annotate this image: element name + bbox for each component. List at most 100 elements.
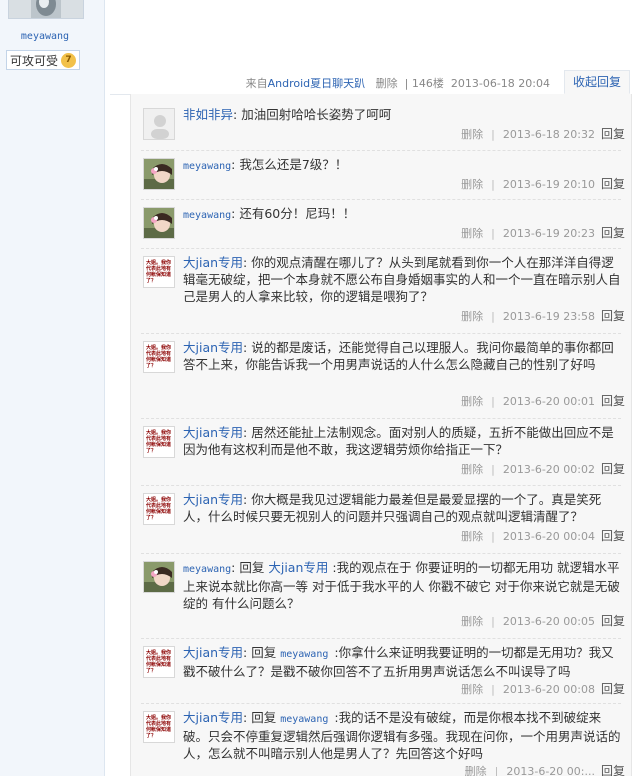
avatar-text: 大姐。我你代表此地有何帐保知道了？: [146, 650, 172, 674]
reply-button[interactable]: 回复: [601, 682, 625, 696]
footer-separator: |: [491, 310, 495, 323]
reply-button[interactable]: 回复: [601, 177, 625, 191]
reply-divider: [141, 553, 621, 554]
post-date: 2013-06-18 20:04: [450, 77, 550, 90]
reply-footer: 删除 | 2013-6-20 00:08 回复: [461, 680, 625, 697]
delete-reply-link[interactable]: 删除: [461, 615, 483, 628]
delete-reply-link[interactable]: 删除: [465, 765, 487, 776]
avatar-text: 大姐。我你代表此地有何帐保知道了？: [146, 345, 172, 369]
reply-body: 大jian专用: 你大概是我见过逻辑能力最差但是最爱显摆的一个了。真是笑死人，什…: [183, 491, 623, 525]
reply-username[interactable]: meyawang: [183, 210, 231, 221]
source-app-link[interactable]: Android: [268, 77, 311, 90]
delete-post-link[interactable]: 删除: [376, 77, 398, 90]
author-avatar[interactable]: [8, 0, 84, 19]
reply-list: 非如非异: 加油回射哈哈长姿势了呵呵 删除 | 2013-6-18 20:32 回复 me…: [130, 94, 632, 776]
post-meta-bar: 来自Android夏日聊天趴 删除 | 146楼 2013-06-18 20:0…: [110, 70, 630, 95]
footer-separator: |: [491, 530, 495, 543]
footer-separator: |: [491, 615, 495, 628]
reply-username[interactable]: 大jian专用: [183, 340, 243, 355]
reply-username[interactable]: 非如非异: [183, 107, 233, 122]
reply-prefix: 回复: [251, 710, 281, 725]
level-icon: 7: [61, 52, 77, 68]
footer-separator: |: [491, 683, 495, 696]
user-avatar-photo[interactable]: [143, 207, 175, 239]
user-avatar-photo[interactable]: [143, 158, 175, 190]
reply-body: 大jian专用: 回复 meyawang :我的话不是没有破绽，而是你根本找不到…: [183, 709, 623, 762]
reply-timestamp: 2013-6-18 20:32: [502, 128, 595, 141]
delete-reply-link[interactable]: 删除: [461, 310, 483, 323]
reply-divider: [141, 248, 621, 249]
delete-reply-link[interactable]: 删除: [461, 395, 483, 408]
reply-username[interactable]: 大jian专用: [183, 710, 243, 725]
reply-divider: [141, 333, 621, 334]
reply-to-username[interactable]: meyawang: [280, 649, 334, 660]
reply-username[interactable]: 大jian专用: [183, 645, 243, 660]
reply-text: 还有60分！尼玛！！: [239, 206, 356, 221]
author-sidebar: meyawang 可攻可受 7: [0, 0, 105, 776]
reply-prefix: 回复: [239, 560, 269, 575]
text-avatar[interactable]: 大姐。我你代表此地有何帐保知道了？: [143, 341, 175, 373]
collapse-replies-button[interactable]: 收起回复: [564, 70, 630, 94]
footer-separator: |: [491, 463, 495, 476]
reply-button[interactable]: 回复: [601, 394, 625, 408]
name-separator: :: [243, 645, 252, 660]
reply-prefix: 回复: [251, 645, 281, 660]
reply-username[interactable]: 大jian专用: [183, 255, 243, 270]
reply-username[interactable]: 大jian专用: [183, 492, 243, 507]
delete-reply-link[interactable]: 删除: [461, 227, 483, 240]
reply-username[interactable]: 大jian专用: [183, 425, 243, 440]
default-avatar-icon[interactable]: [143, 108, 175, 140]
footer-separator: |: [491, 227, 495, 240]
reply-username[interactable]: meyawang: [183, 161, 231, 172]
reply-button[interactable]: 回复: [601, 226, 625, 240]
footer-separator: |: [491, 178, 495, 191]
delete-reply-link[interactable]: 删除: [461, 530, 483, 543]
reply-body: 非如非异: 加油回射哈哈长姿势了呵呵: [183, 106, 623, 123]
reply-body: 大jian专用: 你的观点清醒在哪儿了？从头到尾就看到你一个人在那洋洋自得逻辑毫…: [183, 254, 623, 305]
footer-separator: |: [494, 765, 499, 776]
reply-button[interactable]: 回复: [601, 462, 625, 476]
reply-body: 大jian专用: 居然还能扯上法制观念。面对别人的质疑，五折不能做出回应不是因为…: [183, 424, 623, 458]
text-avatar[interactable]: 大姐。我你代表此地有何帐保知道了？: [143, 711, 175, 743]
reply-timestamp: 2013-6-20 00:08: [502, 683, 595, 696]
text-avatar[interactable]: 大姐。我你代表此地有何帐保知道了？: [143, 646, 175, 678]
author-username[interactable]: meyawang: [0, 31, 90, 42]
reply-footer: 删除 | 2013-6-19 23:58 回复: [461, 307, 625, 324]
text-avatar[interactable]: 大姐。我你代表此地有何帐保知道了？: [143, 493, 175, 525]
reply-to-username[interactable]: 大jian专用: [268, 560, 332, 575]
name-separator: :: [243, 255, 252, 270]
avatar-text: 大姐。我你代表此地有何帐保知道了？: [146, 497, 172, 521]
reply-footer: 删除 | 2013-6-19 20:23 回复: [461, 224, 625, 241]
reply-button[interactable]: 回复: [601, 614, 625, 628]
user-avatar-photo[interactable]: [143, 561, 175, 593]
reply-text: 加油回射哈哈长姿势了呵呵: [241, 107, 392, 122]
reply-body: meyawang: 还有60分！尼玛！！: [183, 205, 623, 224]
reply-timestamp: 2013-6-19 20:23: [502, 227, 595, 240]
reply-button[interactable]: 回复: [601, 529, 625, 543]
delete-reply-link[interactable]: 删除: [461, 683, 483, 696]
delete-reply-link[interactable]: 删除: [461, 128, 483, 141]
avatar-text: 大姐。我你代表此地有何帐保知道了？: [146, 260, 172, 284]
name-separator: :: [243, 710, 252, 725]
reply-button[interactable]: 回复: [601, 309, 625, 323]
reply-footer: 删除 | 2013-6-18 20:32 回复: [461, 125, 625, 142]
reply-divider: [141, 485, 621, 486]
reply-button[interactable]: 回复: [601, 764, 625, 776]
reply-timestamp: 2013-6-20 00:02: [502, 463, 595, 476]
reply-timestamp: 2013-6-19 20:10: [502, 178, 595, 191]
member-badge[interactable]: 可攻可受 7: [6, 50, 80, 70]
text-avatar[interactable]: 大姐。我你代表此地有何帐保知道了？: [143, 426, 175, 458]
avatar-text: 大姐。我你代表此地有何帐保知道了？: [146, 430, 172, 454]
floor-number: 146楼: [411, 77, 444, 90]
reply-to-username[interactable]: meyawang: [280, 714, 334, 725]
delete-reply-link[interactable]: 删除: [461, 178, 483, 191]
delete-reply-link[interactable]: 删除: [461, 463, 483, 476]
reply-username[interactable]: meyawang: [183, 564, 231, 575]
source-app-name[interactable]: 夏日聊天趴: [310, 77, 365, 90]
reply-body: 大jian专用: 说的都是废话，还能觉得自己以理服人。我问你最简单的事你都回答不…: [183, 339, 623, 373]
badge-label: 可攻可受: [10, 53, 59, 68]
post-meta-line: 来自Android夏日聊天趴 删除 | 146楼 2013-06-18 20:0…: [245, 77, 550, 90]
reply-footer: 删除 | 2013-6-20 00:05 回复: [461, 612, 625, 629]
text-avatar[interactable]: 大姐。我你代表此地有何帐保知道了？: [143, 256, 175, 288]
reply-button[interactable]: 回复: [601, 127, 625, 141]
